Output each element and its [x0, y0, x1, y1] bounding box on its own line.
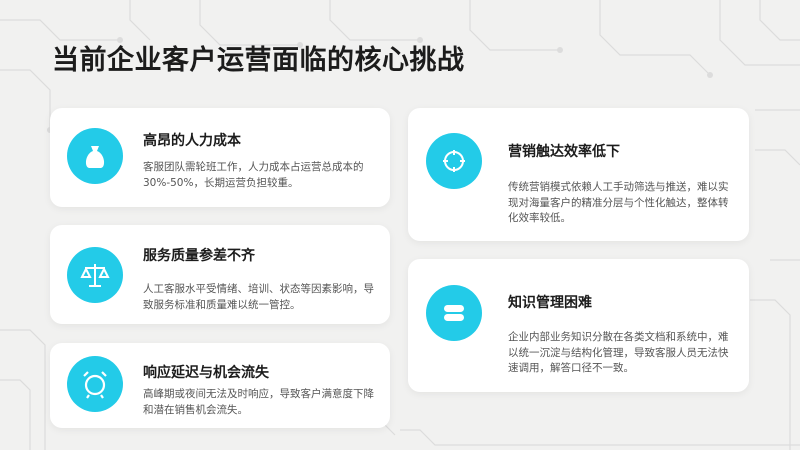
- card-description: 人工客服水平受情绪、培训、状态等因素影响，导致服务标准和质量难以统一管控。: [143, 283, 374, 311]
- challenge-card-knowledge-management: 知识管理困难 企业内部业务知识分散在各类文档和系统中，难以统一沉淀与结构化管理，…: [408, 259, 749, 392]
- database-stack-icon: [426, 285, 482, 341]
- target-crosshair-icon: [426, 133, 482, 189]
- card-title: 营销触达效率低下: [508, 144, 620, 160]
- card-title: 高昂的人力成本: [143, 133, 241, 149]
- card-description: 传统营销模式依赖人工手动筛选与推送，难以实现对海量客户的精准分层与个性化触达，整…: [508, 181, 729, 224]
- alarm-clock-icon: [67, 356, 123, 412]
- challenge-card-marketing-efficiency: 营销触达效率低下 传统营销模式依赖人工手动筛选与推送，难以实现对海量客户的精准分…: [408, 108, 749, 241]
- card-title: 响应延迟与机会流失: [143, 365, 269, 381]
- page-title: 当前企业客户运营面临的核心挑战: [52, 45, 465, 76]
- challenge-card-service-quality: 服务质量参差不齐 人工客服水平受情绪、培训、状态等因素影响，导致服务标准和质量难…: [50, 225, 390, 324]
- card-description: 企业内部业务知识分散在各类文档和系统中，难以统一沉淀与结构化管理，导致客服人员无…: [508, 331, 729, 374]
- challenge-card-labor-cost: 高昂的人力成本 客服团队需轮班工作，人力成本占运营总成本的30%-50%，长期运…: [50, 108, 390, 207]
- card-description: 客服团队需轮班工作，人力成本占运营总成本的30%-50%，长期运营负担较重。: [143, 161, 364, 189]
- card-description: 高峰期或夜间无法及时响应，导致客户满意度下降和潜在销售机会流失。: [143, 388, 374, 416]
- money-bag-icon: [67, 128, 123, 184]
- card-title: 服务质量参差不齐: [143, 248, 255, 264]
- scales-icon: [67, 247, 123, 303]
- card-title: 知识管理困难: [508, 295, 592, 311]
- challenge-card-response-delay: 响应延迟与机会流失 高峰期或夜间无法及时响应，导致客户满意度下降和潜在销售机会流…: [50, 343, 390, 428]
